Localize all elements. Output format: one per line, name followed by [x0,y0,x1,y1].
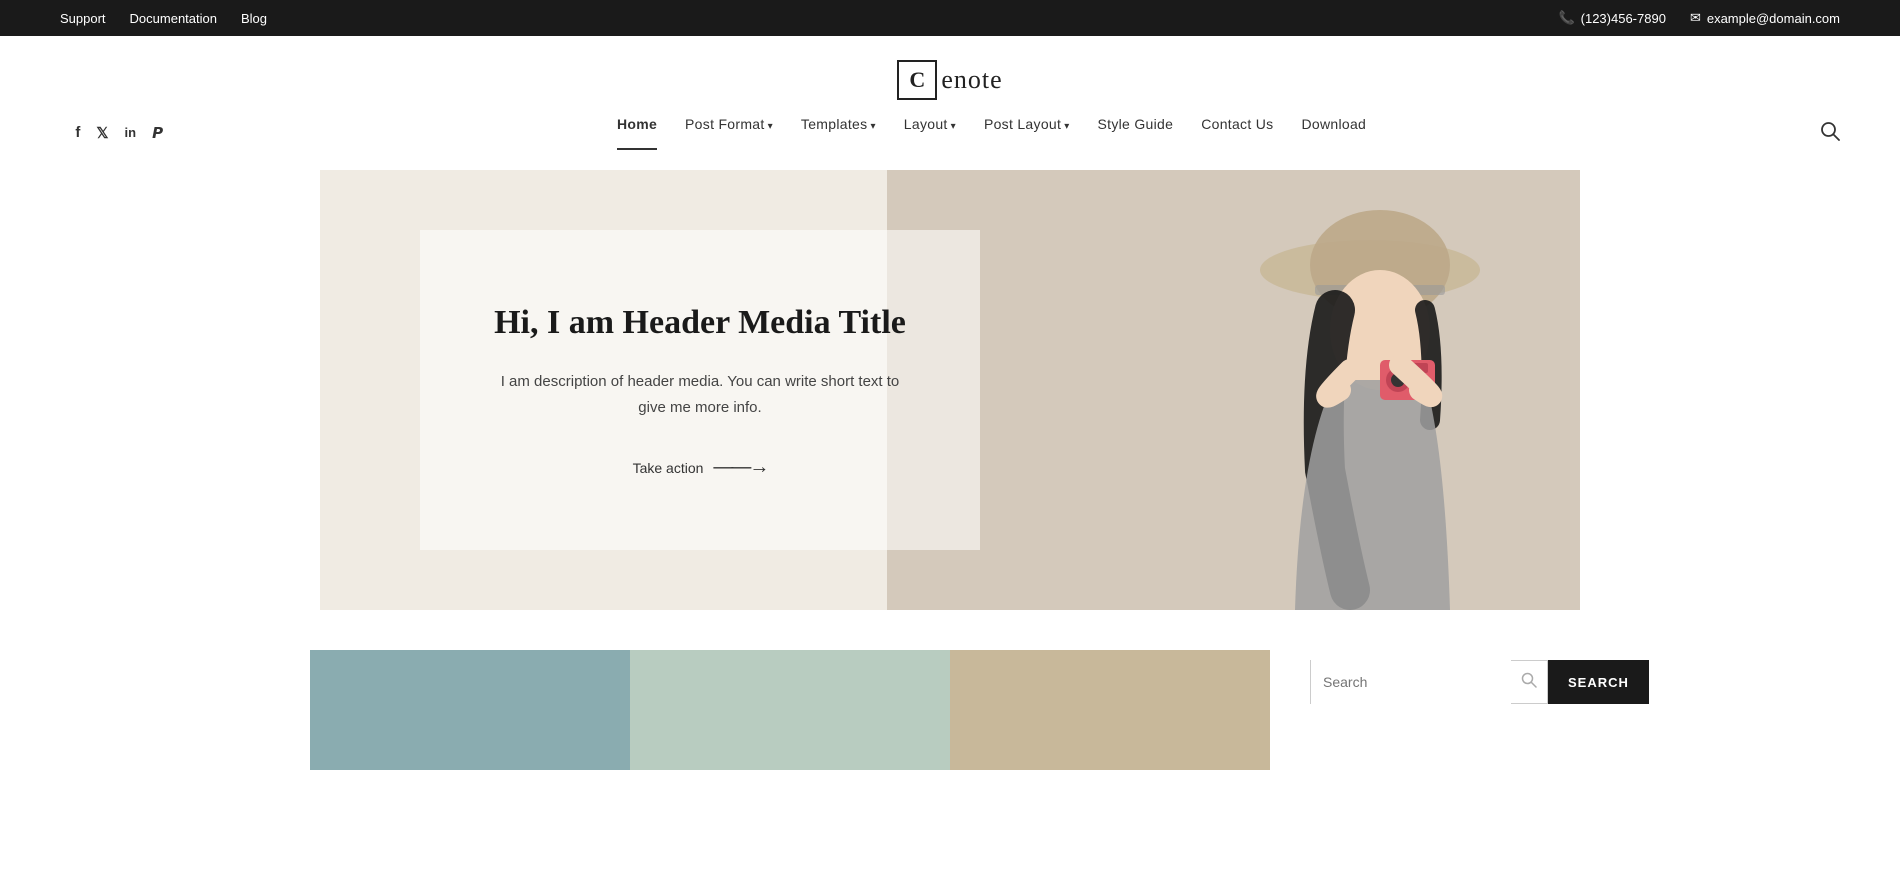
email-address: example@domain.com [1707,11,1840,26]
hero-content: Hi, I am Header Media Title I am descrip… [420,230,980,550]
phone-icon: 📞 [1558,10,1574,26]
blog-link[interactable]: Blog [241,11,267,26]
nav-item-templates[interactable]: Templates▾ [801,116,876,150]
phone-number: (123)456-7890 [1581,11,1666,26]
facebook-icon[interactable]:  f [60,124,80,142]
nav-item-style-guide[interactable]: Style Guide [1098,116,1174,150]
search-area: SEARCH [1310,650,1649,770]
email-icon: ✉ [1690,10,1701,26]
bottom-image-3 [950,650,1270,770]
nav-link-templates[interactable]: Templates▾ [801,116,876,132]
nav-item-contact[interactable]: Contact Us [1201,116,1273,150]
hero-title: Hi, I am Header Media Title [494,301,906,345]
social-icons:  f 𝕏 in 𝙋 [60,124,163,143]
search-button[interactable]: SEARCH [1548,660,1649,704]
top-bar-links: Support Documentation Blog [60,11,267,26]
pinterest-icon[interactable]: 𝙋 [152,124,163,143]
nav-item-download[interactable]: Download [1301,116,1366,150]
hero-cta-label: Take action [633,460,704,476]
top-bar: Support Documentation Blog 📞 (123)456-78… [0,0,1900,36]
logo[interactable]: C enote [897,60,1002,100]
nav-item-post-format[interactable]: Post Format▾ [685,116,773,150]
nav-item-home[interactable]: Home [617,116,657,150]
nav-link-layout[interactable]: Layout▾ [904,116,956,132]
hero-cta-arrow: ——→ [713,456,767,479]
search-input-wrap [1310,660,1548,704]
support-link[interactable]: Support [60,11,106,26]
nav-link-contact[interactable]: Contact Us [1201,116,1273,132]
search-icon [1511,672,1547,693]
bottom-image-2 [630,650,950,770]
documentation-link[interactable]: Documentation [130,11,217,26]
nav-link-post-format[interactable]: Post Format▾ [685,116,773,132]
bottom-images [310,650,1270,770]
hero-section: Hi, I am Header Media Title I am descrip… [320,170,1580,610]
logo-section: C enote [0,36,1900,116]
nav-link-home[interactable]: Home [617,116,657,132]
logo-letter: C [897,60,937,100]
search-input[interactable] [1311,660,1511,704]
nav-link-post-layout[interactable]: Post Layout▾ [984,116,1070,132]
search-toggle[interactable] [1820,121,1840,146]
hero-cta-button[interactable]: Take action ——→ [633,456,768,479]
email-info: ✉ example@domain.com [1690,10,1840,26]
bottom-section: SEARCH [0,650,1900,770]
woman-illustration [1140,170,1540,610]
nav-link-download[interactable]: Download [1301,116,1366,132]
nav-section:  f 𝕏 in 𝙋 Home Post Format▾ Templates▾ [0,116,1900,150]
logo-name: enote [941,65,1002,95]
phone-info: 📞 (123)456-7890 [1558,10,1665,26]
hero-image [887,170,1580,610]
twitter-icon[interactable]: 𝕏 [96,124,108,143]
nav-item-post-layout[interactable]: Post Layout▾ [984,116,1070,150]
main-nav: Home Post Format▾ Templates▾ Layout▾ Pos… [617,116,1366,150]
hero-description: I am description of header media. You ca… [490,369,910,420]
nav-item-layout[interactable]: Layout▾ [904,116,956,150]
bottom-image-1 [310,650,630,770]
linkedin-icon[interactable]: in [125,125,137,142]
top-bar-contact: 📞 (123)456-7890 ✉ example@domain.com [1558,10,1840,26]
nav-link-style-guide[interactable]: Style Guide [1098,116,1174,132]
